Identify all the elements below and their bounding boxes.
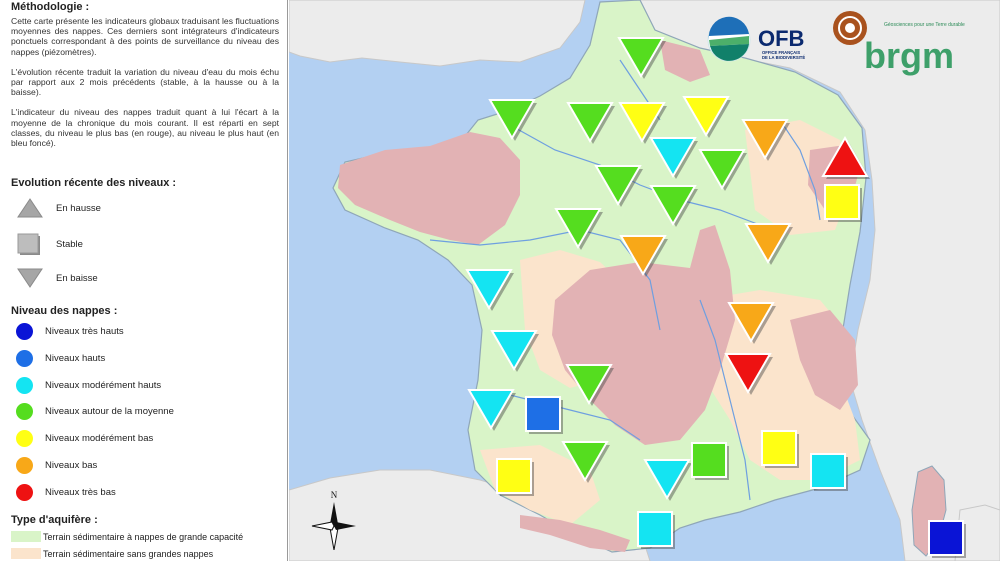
level-color-dot-icon bbox=[16, 376, 33, 394]
ofb-logo: OFB OFFICE FRANÇAIS DE LA BIODIVERSITÉ bbox=[707, 16, 805, 62]
evolution-title: Evolution récente des niveaux : bbox=[11, 177, 177, 189]
legend-niveau-item: Niveaux modérément bas bbox=[16, 430, 154, 448]
square-stable-icon bbox=[17, 233, 40, 255]
methodology-text-2: L'évolution récente traduit la variation… bbox=[11, 66, 279, 98]
legend-item-baisse: En baisse bbox=[16, 267, 98, 289]
level-color-dot-icon bbox=[16, 457, 33, 474]
legend-niveau-item: Niveaux modérément hauts bbox=[16, 376, 162, 394]
france-map bbox=[289, 0, 1000, 561]
legend-item-stable: Stable bbox=[16, 232, 83, 256]
legend-niveau-label: Niveaux modérément hauts bbox=[45, 379, 162, 391]
legend-label-stable: Stable bbox=[56, 238, 83, 250]
legend-niveau-item: Niveaux très hauts bbox=[16, 323, 124, 340]
legend-niveau-item: Niveaux autour de la moyenne bbox=[16, 403, 174, 421]
legend-panel: Méthodologie : Cette carte présente les … bbox=[0, 0, 288, 561]
indicator-marker-square bbox=[824, 184, 862, 222]
indicator-marker-square bbox=[761, 430, 799, 468]
legend-niveau-label: Niveaux hauts bbox=[45, 352, 106, 364]
brgm-wordmark: brgm bbox=[864, 35, 954, 76]
indicator-marker-square bbox=[928, 520, 966, 558]
legend-niveau-label: Niveaux autour de la moyenne bbox=[45, 406, 174, 418]
legend-aquifere-label-2: Terrain sédimentaire sans grandes nappes bbox=[43, 548, 214, 559]
level-color-dot-icon bbox=[16, 403, 33, 421]
legend-niveau-label: Niveaux bas bbox=[45, 460, 98, 471]
swatch-grande-capacite bbox=[11, 531, 41, 542]
legend-aquifere-2: Terrain sédimentaire sans grandes nappes bbox=[11, 548, 213, 559]
legend-niveau-label: Niveaux très hauts bbox=[45, 326, 124, 337]
legend-niveau-item: Niveaux très bas bbox=[16, 483, 116, 501]
legend-niveau-item: Niveaux bas bbox=[16, 457, 97, 474]
niveau-title: Niveau des nappes : bbox=[11, 305, 118, 317]
compass-north-label: N bbox=[331, 490, 338, 500]
methodology-text-3: L'indicateur du niveau des nappes tradui… bbox=[11, 107, 279, 149]
level-color-dot-icon bbox=[16, 483, 33, 501]
logos-area: OFB OFFICE FRANÇAIS DE LA BIODIVERSITÉ G… bbox=[707, 11, 965, 76]
indicator-marker-square bbox=[810, 453, 848, 491]
triangle-down-icon bbox=[17, 268, 43, 288]
legend-aquifere-label-1: Terrain sédimentaire à nappes de grande … bbox=[43, 531, 244, 542]
legend-niveau-label: Niveaux très bas bbox=[45, 486, 116, 498]
methodology-title: Méthodologie : bbox=[11, 1, 90, 13]
ofb-subtitle-2: DE LA BIODIVERSITÉ bbox=[762, 55, 805, 60]
triangle-up-icon bbox=[17, 198, 43, 218]
level-color-dot-icon bbox=[16, 430, 33, 448]
legend-label-hausse: En hausse bbox=[56, 202, 101, 214]
legend-niveau-item: Niveaux hauts bbox=[16, 349, 106, 367]
methodology-text-1: Cette carte présente les indicateurs glo… bbox=[11, 16, 279, 57]
legend-niveau-label: Niveaux modérément bas bbox=[45, 433, 154, 445]
indicator-marker-square bbox=[525, 396, 563, 434]
level-color-dot-icon bbox=[16, 349, 33, 367]
legend-aquifere-1: Terrain sédimentaire à nappes de grande … bbox=[11, 531, 243, 542]
swatch-sans-grandes-nappes bbox=[11, 548, 41, 559]
brgm-tagline: Géosciences pour une Terre durable bbox=[884, 22, 965, 28]
aquifere-title: Type d'aquifère : bbox=[11, 514, 98, 526]
brgm-logo: Géosciences pour une Terre durable brgm bbox=[833, 11, 965, 76]
level-color-dot-icon bbox=[16, 323, 33, 340]
indicator-marker-square bbox=[691, 442, 729, 480]
indicator-marker-square bbox=[496, 458, 534, 496]
north-arrow-icon: N bbox=[311, 490, 356, 550]
legend-item-hausse: En hausse bbox=[16, 197, 101, 219]
ofb-wordmark: OFB bbox=[758, 26, 804, 51]
legend-label-baisse: En baisse bbox=[56, 272, 98, 284]
indicator-marker-square bbox=[637, 511, 675, 549]
